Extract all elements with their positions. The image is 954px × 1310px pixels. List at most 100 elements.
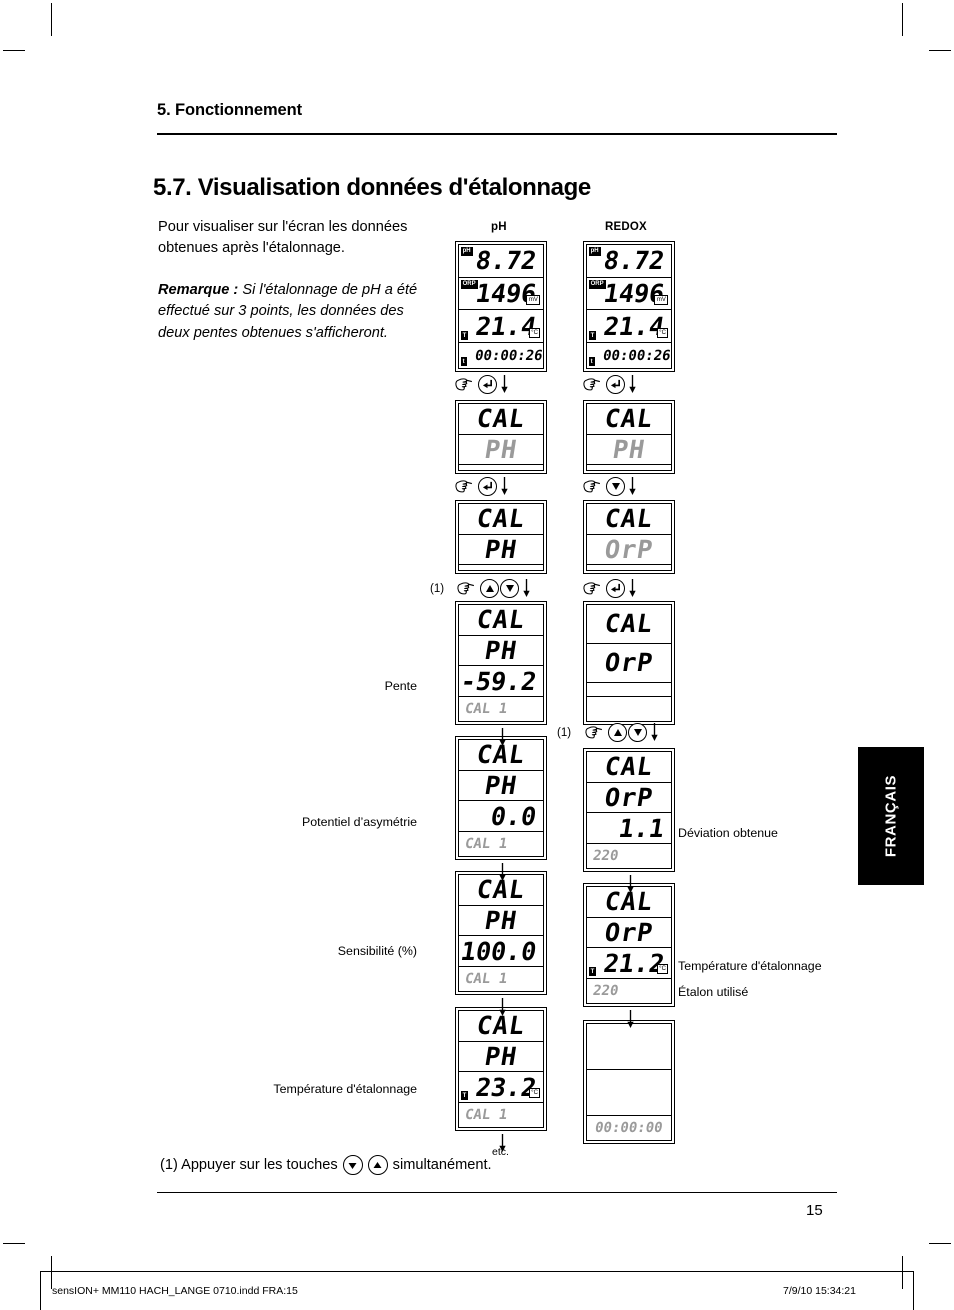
key-press-transition [455, 374, 509, 394]
lcd-row: T 21.2 °C [586, 948, 672, 980]
lcd-badge-t: T [460, 1091, 469, 1101]
crop-mark-bottom-right [902, 1256, 903, 1289]
lcd-row: PH [458, 435, 544, 466]
lcd-value: PH [482, 771, 520, 800]
lcd-row: PH [458, 906, 544, 937]
lcd-screen: CAL PH [585, 402, 673, 472]
lcd-value: 8.72 [473, 246, 539, 276]
lcd-row: CAL [458, 504, 544, 535]
lcd-row: 0.0 [458, 801, 544, 833]
triangle-up-glyph [613, 728, 622, 736]
lcd-row: ORP 1496 mV [458, 278, 544, 311]
flow-arrow-down-icon [629, 579, 636, 597]
lcd-row [459, 465, 544, 470]
triangle-down-glyph [348, 1162, 357, 1169]
lcd-value: CAL [474, 504, 528, 534]
lcd-screen: CAL PH 0.0 CAL 1 [457, 738, 545, 858]
lcd-value: 00:00:00 [594, 1120, 664, 1137]
enter-key-icon [606, 578, 625, 598]
lcd-row: CAL [458, 605, 544, 636]
header-divider [157, 133, 837, 135]
lcd-unit-mv: mV [526, 295, 541, 306]
lcd-row [586, 1024, 672, 1070]
lcd-row: t 00:00:26 [459, 343, 544, 368]
page-number: 15 [806, 1202, 823, 1219]
flow-arrow-down-icon [501, 375, 508, 393]
flow-arrow [624, 874, 634, 894]
flow-arrow-down-icon [499, 863, 506, 881]
note-paragraph: Remarque : Si l'étalonnage de pH a été e… [158, 280, 436, 345]
crop-mark-left-bottom [3, 1243, 25, 1244]
lcd-unit-mv: mV [654, 295, 669, 306]
lcd-value: CAL [602, 609, 656, 639]
lcd-row: CAL 1 [459, 1103, 544, 1127]
lcd-display: CAL PH [455, 500, 547, 574]
down-key-icon [628, 722, 647, 742]
lcd-value: CAL [602, 504, 656, 534]
lcd-screen: CAL OrP [585, 603, 673, 723]
label-etalon: Étalon utilisé [678, 985, 749, 999]
lcd-row: PH [458, 1042, 544, 1073]
lcd-display: 00:00:00 [583, 1020, 675, 1144]
lcd-row: OrP [586, 535, 672, 566]
lcd-value: OrP [602, 535, 656, 564]
lcd-display: CAL PH 0.0 CAL 1 [455, 736, 547, 860]
lcd-value: -59.2 [458, 666, 539, 696]
key-press-transition [583, 578, 637, 598]
lcd-value: CAL 1 [463, 971, 509, 988]
lcd-row [587, 697, 672, 721]
lcd-display: pH 8.72 ORP 1496 mV T 21.4 °C t 00:00:26 [455, 241, 547, 372]
triangle-down-glyph [633, 728, 642, 736]
lcd-value: 220 [591, 983, 620, 1000]
lcd-badge-t: t [588, 357, 595, 367]
flow-arrow-down-icon [523, 579, 530, 597]
lcd-row: 220 [587, 979, 672, 1003]
lcd-badge-orp: ORP [588, 279, 606, 289]
lcd-row: ORP 1496 mV [586, 278, 672, 311]
enter-arrow-glyph [482, 481, 492, 490]
lcd-row [587, 465, 672, 470]
lcd-row: 1.1 [586, 813, 672, 845]
lcd-unit-celsius: °C [656, 328, 669, 339]
lcd-unit-celsius: °C [528, 1088, 541, 1099]
lcd-display: CAL OrP [583, 601, 675, 725]
lcd-row: 00:00:00 [587, 1116, 672, 1140]
lcd-value: CAL [474, 605, 528, 635]
lcd-row: CAL [586, 752, 672, 783]
hand-pressing-icon [457, 581, 475, 594]
key-press-transition [583, 476, 637, 496]
lcd-value: PH [482, 636, 520, 665]
lcd-value: PH [482, 1042, 520, 1071]
imprint-divider [40, 1271, 914, 1272]
lcd-row [586, 683, 672, 698]
lcd-unit-celsius: °C [528, 328, 541, 339]
key-press-transition [457, 578, 531, 598]
lcd-value: OrP [602, 648, 656, 678]
lcd-screen: pH 8.72 ORP 1496 mV T 21.4 °C t 00:00:26 [585, 243, 673, 370]
lcd-screen: pH 8.72 ORP 1496 mV T 21.4 °C t 00:00:26 [457, 243, 545, 370]
lcd-row [586, 1070, 672, 1117]
column-caption-ph: pH [491, 221, 507, 233]
lcd-screen: CAL PH -59.2 CAL 1 [457, 603, 545, 723]
crop-mark-right-top [929, 50, 951, 51]
lcd-row: CAL 1 [459, 832, 544, 856]
lcd-screen: 00:00:00 [585, 1022, 673, 1142]
enter-arrow-glyph [482, 379, 492, 388]
lcd-value: PH [482, 906, 520, 935]
lcd-value: PH [610, 435, 648, 464]
flow-arrow [624, 1009, 634, 1029]
lcd-badge-t: t [460, 357, 467, 367]
lcd-row: CAL [586, 404, 672, 435]
lcd-unit-celsius: °C [656, 964, 669, 975]
lcd-value: 8.72 [601, 246, 667, 276]
key-press-transition [585, 722, 659, 742]
up-key-icon [367, 1155, 388, 1175]
flow-arrow [496, 727, 506, 747]
crop-mark-top-right [902, 3, 903, 36]
lcd-row: 100.0 [458, 936, 544, 968]
lcd-value: CAL [474, 404, 528, 434]
triangle-down-glyph [505, 584, 514, 592]
triangle-down-glyph [611, 482, 620, 490]
lcd-row: CAL [458, 404, 544, 435]
up-key-icon [480, 578, 499, 598]
